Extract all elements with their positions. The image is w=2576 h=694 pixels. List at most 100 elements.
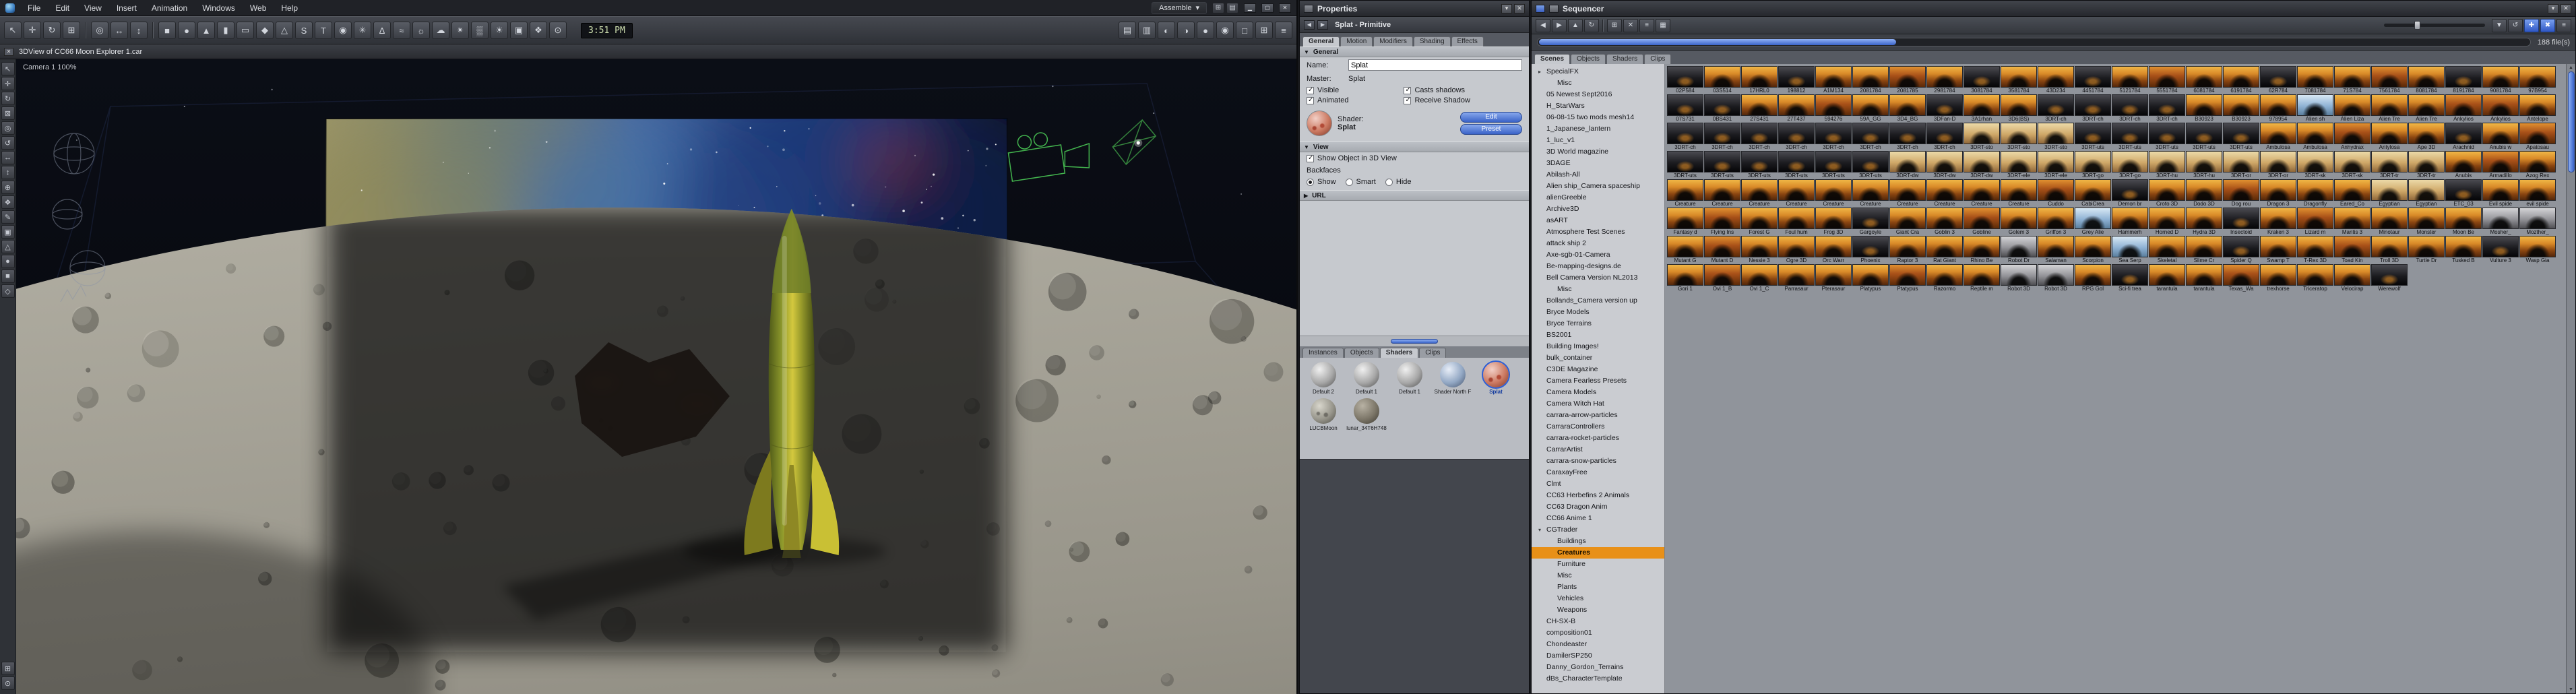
asset-thumbnail[interactable]: 3DRT-uts [2075, 123, 2111, 150]
asset-thumbnail[interactable]: Frog 3D [1815, 208, 1852, 235]
dolly-tool-icon[interactable]: ↕ [130, 22, 148, 39]
asset-thumbnail[interactable]: 3DRT-go [2075, 151, 2111, 179]
asset-thumbnail[interactable]: 3DRT-hu [2186, 151, 2222, 179]
asset-thumbnail[interactable]: Ape 3D [2408, 123, 2445, 150]
asset-thumbnail[interactable]: B30923 [2186, 94, 2222, 122]
box-primitive-icon[interactable]: ■ [158, 22, 176, 39]
tree-item[interactable]: CarraraControllers [1532, 421, 1664, 433]
zoom-tool-icon[interactable]: ⊕ [1, 181, 15, 194]
bounding-box-mode-icon[interactable]: □ [1236, 22, 1253, 39]
asset-thumbnail[interactable]: 3DFan-D [1926, 94, 1963, 122]
asset-thumbnail[interactable]: Ptatypus [1889, 264, 1926, 292]
asset-thumbnail[interactable]: 03S514 [1704, 66, 1740, 94]
asset-thumbnail[interactable]: Alien Liza [2334, 94, 2370, 122]
tree-item[interactable]: dBs_CharacterTemplate [1532, 673, 1664, 685]
asset-thumbnail[interactable]: Flying Ins [1704, 208, 1740, 235]
asset-thumbnail[interactable]: Mosher_ [2482, 208, 2519, 235]
tree-item[interactable]: BS2001 [1532, 329, 1664, 341]
asset-thumbnail[interactable]: Anhydrax [2334, 123, 2370, 150]
radio-backfaces[interactable]: Show [1307, 178, 1336, 186]
asset-thumbnail[interactable]: RPG Gol [2075, 264, 2111, 292]
asset-thumbnail[interactable]: Velocirap [2334, 264, 2370, 292]
camera-dolly-icon[interactable]: ↕ [1, 166, 15, 179]
back-icon[interactable]: ◀ [1304, 20, 1315, 30]
asset-thumbnail[interactable]: Skeletal [2149, 236, 2185, 263]
asset-thumbnail[interactable]: Creature [1704, 179, 1740, 207]
menu-item[interactable]: Insert [109, 0, 144, 16]
asset-thumbnail[interactable]: Creature [1964, 179, 2000, 207]
checkbox[interactable]: Visible [1307, 86, 1401, 94]
target-helper-icon[interactable]: ⊙ [549, 22, 567, 39]
checkbox[interactable]: Casts shadows [1404, 86, 1522, 94]
asset-thumbnail[interactable]: Anubis w [2482, 123, 2519, 150]
rotate-tool-icon[interactable]: ↻ [1, 92, 15, 105]
sync-icon[interactable]: ↺ [2508, 18, 2523, 32]
asset-thumbnail[interactable]: 3DRT-sk [2297, 151, 2333, 179]
asset-thumbnail[interactable]: Egyptian [2408, 179, 2445, 207]
asset-thumbnail[interactable]: Reptile m [1964, 264, 2000, 292]
asset-thumbnail[interactable]: 3DRT-uts [2223, 123, 2259, 150]
asset-thumbnail[interactable]: Mutant G [1667, 236, 1703, 263]
asset-thumbnail[interactable]: 3DRT-dw [1964, 151, 2000, 179]
scale-tool-icon[interactable]: ⊞ [63, 22, 80, 39]
asset-thumbnail[interactable]: 3DRT-tr [2371, 151, 2408, 179]
asset-thumbnail[interactable]: Ogre 3D [1778, 236, 1815, 263]
camera-track-icon[interactable]: ↔ [1, 151, 15, 164]
move-tool-icon[interactable]: ✛ [1, 77, 15, 90]
asset-thumbnail[interactable]: Gori 1 [1667, 264, 1703, 292]
asset-thumbnail[interactable]: Monster [2408, 208, 2445, 235]
shader-thumbnail[interactable]: Splat [1475, 360, 1517, 396]
cylinder-primitive-icon[interactable]: ▮ [217, 22, 234, 39]
asset-thumbnail[interactable]: Scorpion [2075, 236, 2111, 263]
asset-thumbnail[interactable]: 59A_GG [1852, 94, 1889, 122]
asset-thumbnail[interactable]: 7081784 [2297, 66, 2333, 94]
select-tool-icon[interactable]: ↖ [4, 22, 22, 39]
asset-thumbnail[interactable]: Croto 3D [2149, 179, 2185, 207]
tree-item[interactable]: Bell Camera Version NL2013 [1532, 272, 1664, 284]
tree-item[interactable]: carrara-snow-particles [1532, 455, 1664, 467]
tree-item[interactable]: 1_Japanese_lantern [1532, 123, 1664, 135]
asset-thumbnail[interactable]: CabiCrea [2075, 179, 2111, 207]
menu-item[interactable]: View [77, 0, 109, 16]
asset-thumbnail[interactable]: 3A1rhan [1964, 94, 2000, 122]
asset-thumbnail[interactable]: Parrasaur [1778, 264, 1815, 292]
menu-item[interactable]: File [20, 0, 48, 16]
properties-tab[interactable]: Motion [1340, 36, 1373, 46]
close-icon[interactable]: ✕ [2561, 3, 2571, 13]
cloud-icon[interactable]: ☁ [432, 22, 449, 39]
up-folder-icon[interactable]: ▲ [1568, 18, 1583, 32]
tree-item[interactable]: Be-mapping-designs.de [1532, 261, 1664, 272]
asset-thumbnail[interactable]: Turtle Dr [2408, 236, 2445, 263]
asset-thumbnail[interactable]: Ovi 1_C [1741, 264, 1778, 292]
asset-thumbnail[interactable]: 0BS431 [1704, 94, 1740, 122]
asset-thumbnail[interactable]: Grey Alie [2075, 208, 2111, 235]
tree-item[interactable]: composition01 [1532, 627, 1664, 639]
tree-item[interactable]: CC63 Dragon Anim [1532, 501, 1664, 513]
shader-thumbnail[interactable]: Shader North F [1432, 360, 1474, 396]
properties-tab[interactable]: Shading [1413, 36, 1451, 46]
menu-item[interactable]: Animation [144, 0, 195, 16]
select-tool-icon[interactable]: ↖ [1, 62, 15, 75]
grid-toggle-icon[interactable]: ⊞ [1255, 22, 1273, 39]
plane-primitive-icon[interactable]: ▭ [237, 22, 254, 39]
menu-item[interactable]: Edit [48, 0, 77, 16]
asset-thumbnail[interactable]: Creature [1926, 179, 1963, 207]
ocean-icon[interactable]: ≈ [393, 22, 410, 39]
sequencer-tab[interactable]: Scenes [1534, 54, 1571, 64]
asset-thumbnail[interactable]: 3DRT-ele [2038, 151, 2074, 179]
asset-thumbnail[interactable]: 198812 [1778, 66, 1815, 94]
gouraud-shading-mode-icon[interactable]: ◑ [1177, 22, 1195, 39]
asset-thumbnail[interactable]: 3DRT-or [2260, 151, 2296, 179]
asset-thumbnail[interactable]: Platypus [1852, 264, 1889, 292]
tree-item[interactable]: 1_luc_v1 [1532, 135, 1664, 146]
asset-thumbnail[interactable]: Tusked B [2445, 236, 2482, 263]
tree-item[interactable]: Weapons [1532, 604, 1664, 616]
asset-thumbnail[interactable]: Antylosa [2371, 123, 2408, 150]
lit-wireframe-mode-icon[interactable]: ▥ [1138, 22, 1156, 39]
asset-thumbnail[interactable]: 3DRT-ch [1926, 123, 1963, 150]
asset-thumbnail[interactable]: Dragon 3 [2260, 179, 2296, 207]
asset-thumbnail[interactable]: Robot Dr [2001, 236, 2037, 263]
tree-item[interactable]: CH-SX-B [1532, 616, 1664, 627]
slider-thumb[interactable] [2414, 21, 2420, 30]
preset-button[interactable]: Preset [1460, 124, 1522, 135]
